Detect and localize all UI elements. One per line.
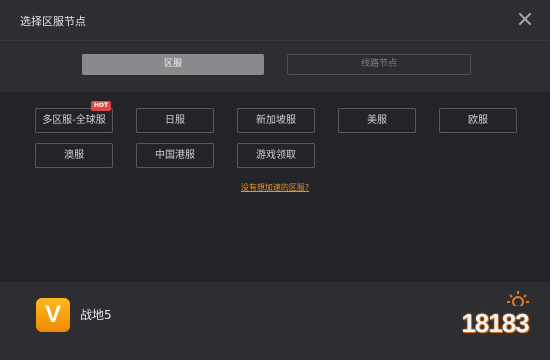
close-icon[interactable] <box>518 12 532 26</box>
region-button-us[interactable]: 美服 <box>338 108 416 133</box>
region-list: 多区服-全球服 日服 新加坡服 美服 欧服 澳服 中国港服 游戏领取 没有想加速… <box>0 92 550 282</box>
game-name: 战地5 <box>80 308 112 322</box>
dialog: 选择区服节点 区服 线路节点 多区服-全球服 日服 新加坡服 美服 欧服 澳服 … <box>0 0 550 360</box>
region-button-hongkong[interactable]: 中国港服 <box>136 143 214 168</box>
tab-region[interactable]: 区服 <box>82 54 264 75</box>
dialog-header: 选择区服节点 <box>0 0 550 41</box>
region-button-australia[interactable]: 澳服 <box>35 143 113 168</box>
sun-icon <box>507 291 529 306</box>
tab-route-node[interactable]: 线路节点 <box>287 54 471 75</box>
region-button-japan[interactable]: 日服 <box>136 108 214 133</box>
watermark-logo: 18183 <box>444 286 546 356</box>
app-icon: V <box>36 298 70 332</box>
tab-bar: 区服 线路节点 <box>0 41 550 91</box>
hot-badge: HOT <box>91 101 111 111</box>
watermark-text: 18183 <box>461 308 529 338</box>
missing-region-link[interactable]: 没有想加速的区服? <box>0 182 550 193</box>
region-button-global[interactable]: 多区服-全球服 <box>35 108 113 133</box>
app-icon-letter: V <box>44 301 61 328</box>
dialog-title: 选择区服节点 <box>20 15 86 28</box>
region-button-game-claim[interactable]: 游戏领取 <box>237 143 315 168</box>
region-button-singapore[interactable]: 新加坡服 <box>237 108 315 133</box>
region-button-eu[interactable]: 欧服 <box>439 108 517 133</box>
